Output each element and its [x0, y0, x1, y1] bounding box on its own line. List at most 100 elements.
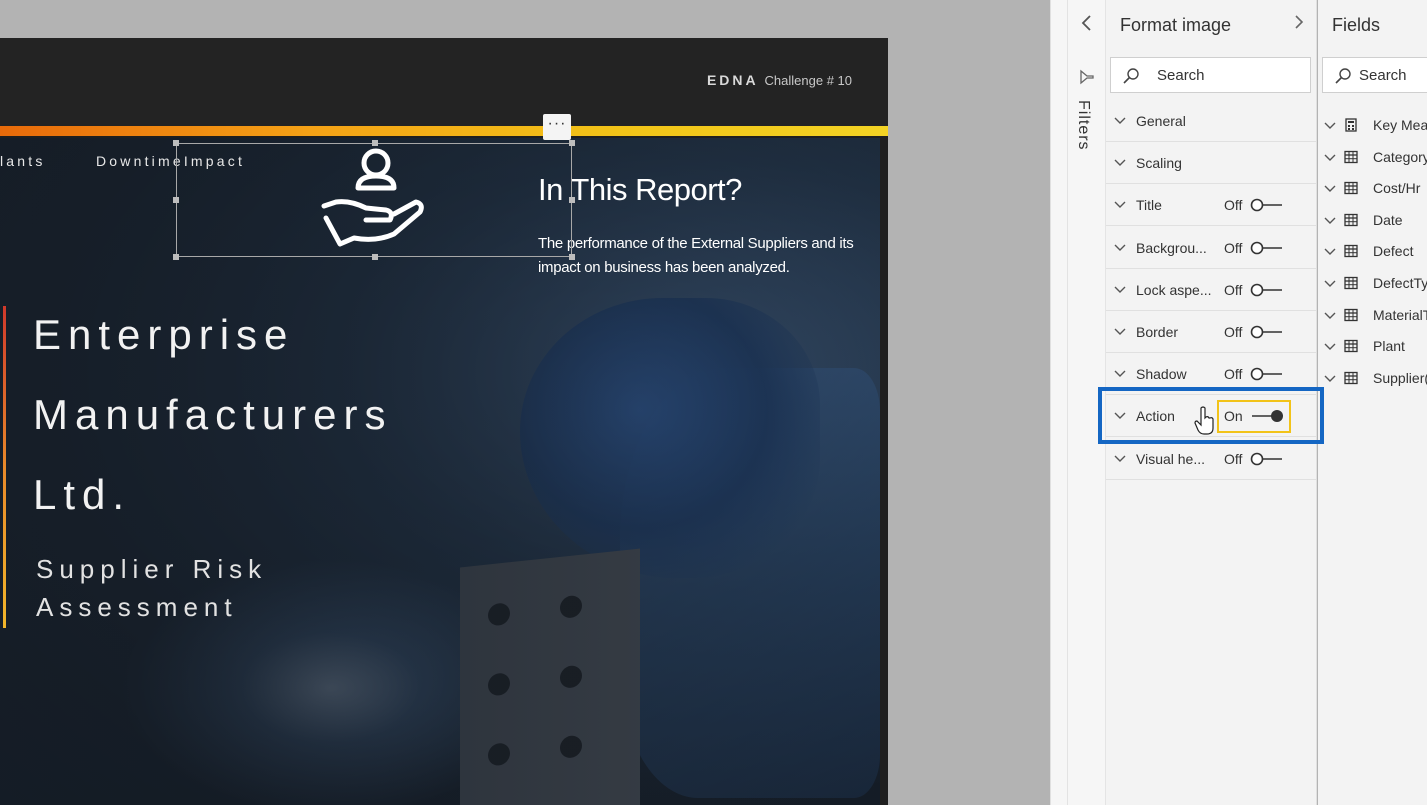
toggle-state-label: Off — [1224, 239, 1243, 256]
search-icon — [1123, 68, 1139, 84]
field-name: Key Mea — [1373, 117, 1427, 133]
field-item[interactable]: MaterialT — [1318, 300, 1427, 330]
format-card-label: General — [1136, 113, 1186, 129]
fields-pane-title: Fields — [1332, 15, 1381, 35]
more-options-button[interactable]: ··· — [543, 114, 571, 140]
resize-handle[interactable] — [372, 254, 378, 260]
field-name: Date — [1373, 211, 1403, 228]
toggle-off-switch[interactable] — [1250, 325, 1284, 339]
format-card-label: Border — [1136, 324, 1179, 340]
format-card-border[interactable]: Border Off — [1106, 311, 1317, 353]
report-description: The performance of the External Supplier… — [538, 235, 854, 276]
chevron-down-icon[interactable] — [1114, 156, 1126, 168]
toggle-off-switch[interactable] — [1250, 452, 1284, 466]
field-item[interactable]: Cost/Hr — [1318, 173, 1427, 203]
table-icon — [1344, 340, 1358, 353]
hand-pointer-icon — [1194, 406, 1214, 435]
toggle-off-switch[interactable] — [1250, 198, 1284, 212]
field-item[interactable]: Key Mea — [1318, 110, 1427, 140]
field-item[interactable]: Date — [1318, 205, 1427, 235]
field-item[interactable]: Plant — [1318, 331, 1427, 361]
chevron-down-icon[interactable] — [1114, 198, 1126, 210]
toggle-state-label: Off — [1224, 366, 1243, 383]
chevron-down-icon[interactable] — [1324, 245, 1336, 257]
field-name: Plant — [1373, 338, 1405, 355]
accent-stripe — [0, 126, 888, 136]
format-card-label: Visual he... — [1136, 450, 1206, 467]
table-icon — [1344, 308, 1358, 321]
title-line-1: Enterprise — [33, 311, 295, 358]
toggle-off-switch[interactable] — [1250, 367, 1284, 381]
format-card-scaling[interactable]: Scaling — [1106, 142, 1317, 185]
chevron-down-icon[interactable] — [1114, 283, 1126, 295]
chevron-down-icon[interactable] — [1324, 119, 1336, 131]
format-card-general[interactable]: General — [1106, 100, 1317, 142]
table-icon — [1344, 150, 1358, 163]
chevron-down-icon[interactable] — [1324, 151, 1336, 163]
format-card-title[interactable]: Title Off — [1106, 184, 1317, 227]
resize-handle[interactable] — [173, 140, 179, 146]
field-name: Cost/Hr — [1373, 180, 1421, 197]
chevron-down-icon[interactable] — [1324, 340, 1336, 352]
title-accent-line — [3, 306, 6, 628]
fields-pane: Fields Search Key Mea Category Cost/Hr Date… — [1318, 0, 1427, 805]
format-card-label: Shadow — [1136, 366, 1187, 383]
field-name: Defect — [1373, 243, 1414, 260]
table-icon — [1344, 371, 1358, 384]
toggle-state-label: Off — [1224, 197, 1243, 214]
field-item[interactable]: Category — [1318, 142, 1427, 172]
format-card-backgrou[interactable]: Backgrou... Off — [1106, 227, 1317, 269]
chevron-down-icon[interactable] — [1114, 367, 1126, 379]
field-name: Category — [1373, 148, 1427, 165]
person-hand-icon[interactable] — [320, 146, 430, 252]
table-icon — [1344, 182, 1358, 195]
resize-handle[interactable] — [569, 197, 575, 203]
chevron-down-icon[interactable] — [1114, 452, 1126, 464]
chevron-down-icon[interactable] — [1324, 372, 1336, 384]
toggle-state-label: Off — [1224, 281, 1243, 298]
chevron-down-icon[interactable] — [1324, 309, 1336, 321]
toggle-off-switch[interactable] — [1250, 241, 1284, 255]
funnel-icon — [1080, 69, 1094, 85]
field-name: MaterialT — [1373, 306, 1427, 323]
chevron-down-icon[interactable] — [1324, 277, 1336, 289]
toggle-off-switch[interactable] — [1250, 283, 1284, 297]
chevron-right-icon[interactable] — [1292, 12, 1306, 32]
field-item[interactable]: Supplier( — [1318, 363, 1427, 393]
nav-link-plants[interactable]: lants — [0, 153, 46, 169]
chevron-down-icon[interactable] — [1324, 214, 1336, 226]
brand-name: EDNA — [706, 72, 759, 88]
field-item[interactable]: DefectTy — [1318, 268, 1427, 298]
subtitle-line-1: Supplier Risk — [36, 554, 268, 584]
field-name: Supplier( — [1373, 369, 1427, 386]
chevron-down-icon[interactable] — [1114, 241, 1126, 253]
report-header-bar: EDNA Challenge # 10 — [0, 38, 888, 126]
chevron-left-icon[interactable] — [1078, 12, 1096, 34]
table-icon — [1344, 245, 1358, 258]
resize-handle[interactable] — [569, 254, 575, 260]
field-name: DefectTy — [1373, 275, 1427, 291]
resize-handle[interactable] — [173, 254, 179, 260]
table-icon — [1344, 276, 1358, 290]
calculator-icon — [1345, 118, 1357, 132]
chevron-down-icon[interactable] — [1114, 114, 1126, 126]
action-toggle-highlight — [1217, 400, 1291, 433]
chevron-down-icon[interactable] — [1324, 182, 1336, 194]
resize-handle[interactable] — [569, 140, 575, 146]
search-icon — [1335, 68, 1351, 84]
format-card-label: Scaling — [1136, 155, 1182, 172]
fields-search-placeholder: Search — [1359, 67, 1407, 84]
table-icon — [1344, 213, 1358, 226]
format-search-input[interactable]: Search — [1110, 57, 1311, 93]
format-card-label: Backgrou... — [1136, 239, 1207, 256]
filters-label[interactable]: Filters — [1074, 100, 1092, 151]
format-card-label: Lock aspe... — [1136, 281, 1212, 298]
format-card-label: Title — [1136, 197, 1162, 214]
title-line-3: Ltd. — [33, 471, 132, 518]
resize-handle[interactable] — [173, 197, 179, 203]
fields-search-input[interactable]: Search — [1322, 57, 1427, 93]
chevron-down-icon[interactable] — [1114, 325, 1126, 337]
challenge-number: Challenge # 10 — [764, 73, 852, 88]
field-item[interactable]: Defect — [1318, 236, 1427, 266]
format-card-lock-aspe[interactable]: Lock aspe... Off — [1106, 269, 1317, 311]
